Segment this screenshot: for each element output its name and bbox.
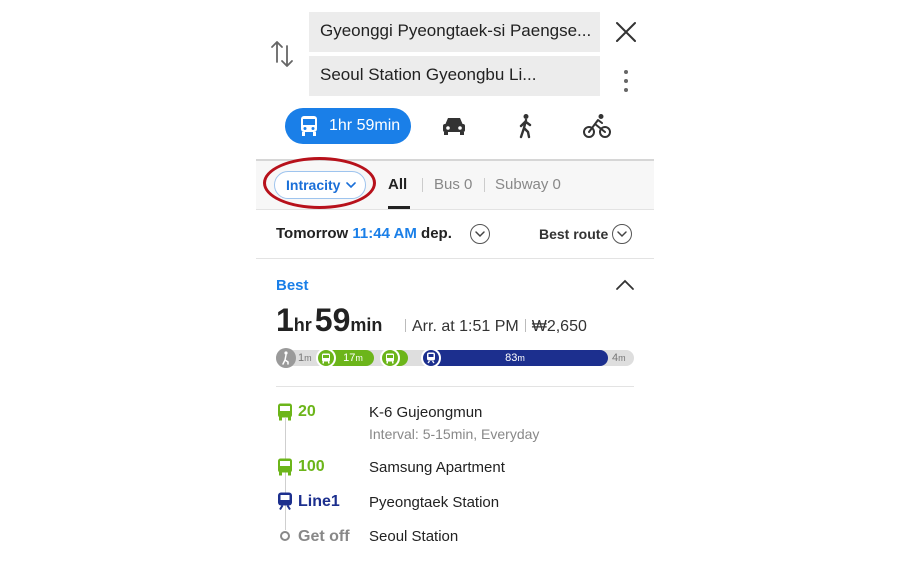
- bicycle-icon[interactable]: [583, 113, 611, 139]
- departure-clock: 11:44 AM: [352, 225, 417, 242]
- transit-mode-tab[interactable]: 1hr 59min: [285, 108, 411, 144]
- destination-input[interactable]: Seoul Station Gyeongbu Li...: [309, 56, 600, 96]
- departure-divider: [256, 258, 654, 259]
- arrival-time: Arr. at 1:51 PM: [412, 318, 519, 335]
- duration-minutes: 59: [314, 302, 351, 338]
- chevron-up-icon[interactable]: [615, 278, 635, 292]
- departure-time[interactable]: Tomorrow 11:44 AM dep.: [276, 225, 452, 242]
- step-line-number: 20: [298, 403, 316, 420]
- duration-minutes-unit: min: [350, 315, 383, 335]
- tab-bus[interactable]: Bus 0: [434, 176, 472, 193]
- duration-hours-unit: hr: [293, 315, 312, 335]
- step-line-number: 100: [298, 458, 325, 475]
- bus-icon: [278, 458, 292, 476]
- transit-time-label: 1hr 59min: [329, 117, 401, 134]
- sort-label[interactable]: Best route: [539, 226, 608, 242]
- departure-chevron-icon[interactable]: [470, 224, 490, 244]
- bus-icon: [278, 403, 292, 421]
- step-stop-name[interactable]: Seoul Station: [369, 528, 458, 545]
- swap-icon[interactable]: [270, 38, 294, 70]
- bus-icon: [380, 348, 400, 368]
- walk-end-duration: 4m: [612, 352, 626, 364]
- filter-divider: [256, 209, 654, 210]
- route-duration: 1hr59min: [276, 302, 385, 339]
- sort-chevron-icon[interactable]: [612, 224, 632, 244]
- step-interval: Interval: 5-15min, Everyday: [369, 426, 540, 442]
- car-icon[interactable]: [440, 113, 468, 139]
- walk-start-duration: 1m: [298, 352, 312, 364]
- step-stop-name[interactable]: Samsung Apartment: [369, 459, 505, 476]
- best-badge: Best: [276, 277, 309, 294]
- bus-icon: [316, 348, 336, 368]
- walk-icon: [276, 348, 296, 368]
- tab-all[interactable]: All: [388, 176, 407, 193]
- departure-day: Tomorrow: [276, 225, 349, 242]
- subway-icon: [421, 348, 441, 368]
- more-vertical-icon[interactable]: [621, 68, 631, 94]
- route-timeline: 1m 17m 83m 4m: [276, 348, 634, 368]
- highlight-annotation: [263, 157, 376, 209]
- tab-divider: [422, 178, 423, 192]
- get-off-icon: [280, 531, 290, 541]
- route-panel: Gyeonggi Pyeongtaek-si Paengse... Seoul …: [256, 0, 654, 568]
- walk-icon[interactable]: [512, 113, 540, 139]
- route-divider: [276, 386, 634, 387]
- duration-hours: 1: [276, 302, 294, 338]
- tab-divider: [484, 178, 485, 192]
- step-get-off-label: Get off: [298, 528, 350, 545]
- subway-icon: [278, 492, 292, 510]
- close-icon[interactable]: [614, 20, 638, 44]
- subway-segment: 83m: [422, 350, 608, 366]
- route-fare: ₩2,650: [531, 318, 587, 335]
- step-stop-name[interactable]: K-6 Gujeongmun: [369, 404, 482, 421]
- tab-subway[interactable]: Subway 0: [495, 176, 561, 193]
- step-stop-name[interactable]: Pyeongtaek Station: [369, 494, 499, 511]
- arrival-info: Arr. at 1:51 PM ₩2,650: [399, 318, 587, 336]
- step-line-number: Line1: [298, 493, 340, 510]
- origin-input[interactable]: Gyeonggi Pyeongtaek-si Paengse...: [309, 12, 600, 52]
- departure-suffix: dep.: [421, 225, 452, 242]
- bus-icon: [301, 116, 317, 136]
